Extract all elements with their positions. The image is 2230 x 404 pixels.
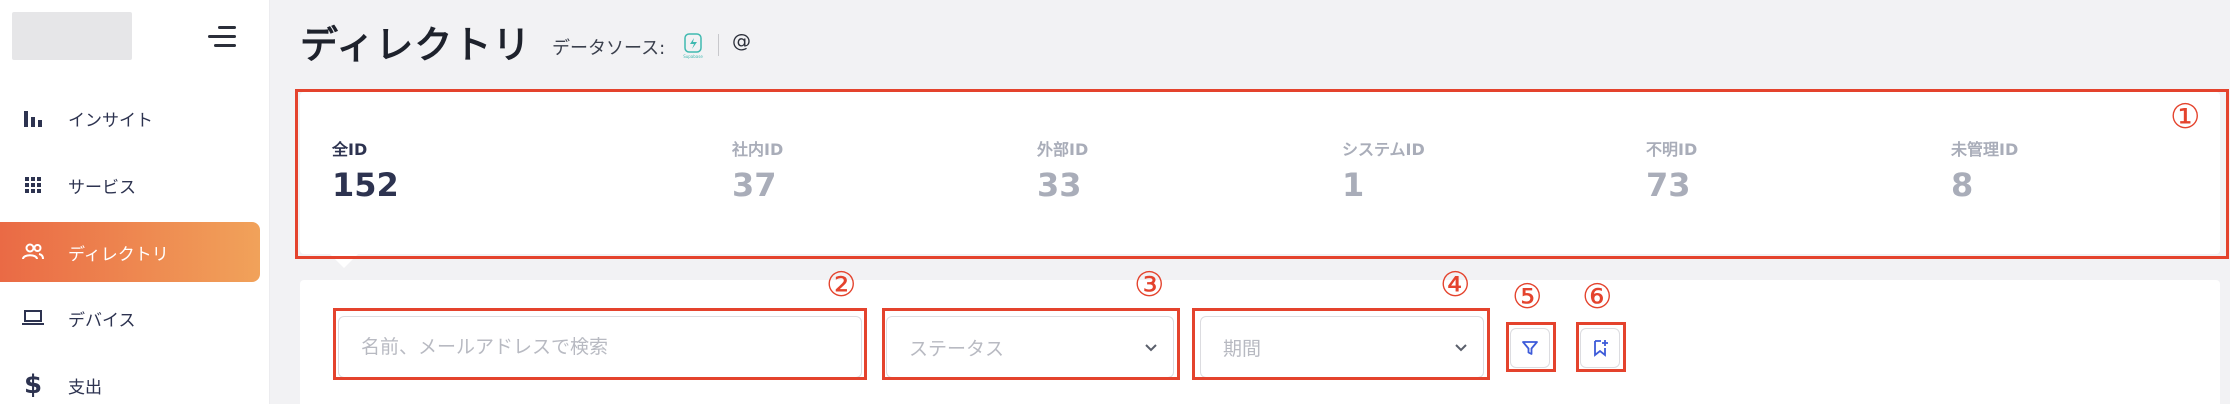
- search-field[interactable]: [338, 316, 862, 378]
- stat-label: 未管理ID: [1951, 140, 2019, 159]
- annotation-number-2: ②: [826, 265, 857, 305]
- page-title: ディレクトリ: [300, 23, 532, 67]
- dollar-icon: $: [23, 370, 43, 400]
- annotation-number-4: ④: [1440, 265, 1471, 305]
- status-select[interactable]: ステータス: [886, 316, 1174, 378]
- filter-button[interactable]: [1510, 328, 1550, 368]
- data-source-label: データソース:: [552, 38, 666, 59]
- annotation-number-6: ⑥: [1582, 277, 1613, 317]
- users-icon: [20, 239, 46, 265]
- stat-unmanaged-id[interactable]: 未管理ID 8: [1951, 136, 2018, 204]
- period-select[interactable]: 期間: [1200, 316, 1484, 378]
- sidebar-item-insight[interactable]: インサイト: [0, 88, 260, 148]
- stat-label: 不明ID: [1646, 140, 1698, 159]
- filter-bar: ステータス 期間: [300, 280, 2220, 404]
- data-source-at: @: [732, 30, 751, 52]
- bookmark-add-button[interactable]: [1580, 328, 1620, 368]
- annotation-number-5: ⑤: [1512, 277, 1543, 317]
- stat-label: 社内ID: [732, 140, 784, 159]
- stat-internal-id[interactable]: 社内ID 37: [732, 136, 783, 204]
- sidebar-item-directory[interactable]: ディレクトリ: [0, 222, 260, 282]
- stat-value: 37: [732, 166, 777, 204]
- divider: [718, 34, 719, 56]
- stat-label: 外部ID: [1037, 140, 1089, 159]
- sidebar-item-label: インサイト: [68, 110, 153, 131]
- filter-icon: [1522, 341, 1538, 355]
- annotation-number-3: ③: [1134, 265, 1165, 305]
- chevron-down-icon: [1455, 344, 1467, 352]
- stats-card: 全ID 152 社内ID 37 外部ID 33 システムID 1 不明ID 73…: [300, 92, 2220, 254]
- stats-pointer: [326, 250, 362, 268]
- stat-value: 8: [1951, 166, 1974, 204]
- sidebar-item-label: デバイス: [68, 310, 136, 331]
- chevron-down-icon: [1145, 344, 1157, 352]
- sidebar-item-label: ディレクトリ: [68, 244, 169, 265]
- stat-system-id[interactable]: システムID 1: [1342, 136, 1425, 204]
- stat-label: 全ID: [332, 140, 368, 159]
- search-input[interactable]: [361, 336, 861, 358]
- sidebar-item-service[interactable]: サービス: [0, 155, 260, 215]
- stat-external-id[interactable]: 外部ID 33: [1037, 136, 1088, 204]
- stat-value: 73: [1646, 166, 1691, 204]
- laptop-icon: [20, 305, 46, 331]
- sidebar-item-label: サービス: [68, 177, 136, 198]
- bookmark-add-icon: [1594, 340, 1608, 357]
- sidebar-item-label: 支出: [68, 377, 102, 398]
- period-select-placeholder: 期間: [1223, 337, 1262, 360]
- sidebar: インサイト サービス ディレクトリ デバイス $ 支出: [0, 0, 270, 404]
- sidebar-item-device[interactable]: デバイス: [0, 288, 260, 348]
- bar-chart-icon: [20, 105, 46, 131]
- stat-label: システムID: [1342, 140, 1425, 159]
- stat-value: 1: [1342, 166, 1365, 204]
- supabase-logo-icon: Supabase: [682, 32, 706, 60]
- stat-unknown-id[interactable]: 不明ID 73: [1646, 136, 1697, 204]
- stat-all-id[interactable]: 全ID 152: [332, 136, 399, 204]
- status-select-placeholder: ステータス: [909, 337, 1005, 360]
- annotation-number-1: ①: [2170, 97, 2201, 137]
- logo-placeholder: [12, 12, 132, 60]
- menu-toggle-icon[interactable]: [208, 26, 236, 48]
- grid-icon: [20, 172, 46, 198]
- stat-value: 152: [332, 166, 399, 204]
- supabase-logo-text: Supabase: [683, 54, 703, 59]
- stat-value: 33: [1037, 166, 1082, 204]
- sidebar-item-spend[interactable]: $ 支出: [0, 355, 260, 404]
